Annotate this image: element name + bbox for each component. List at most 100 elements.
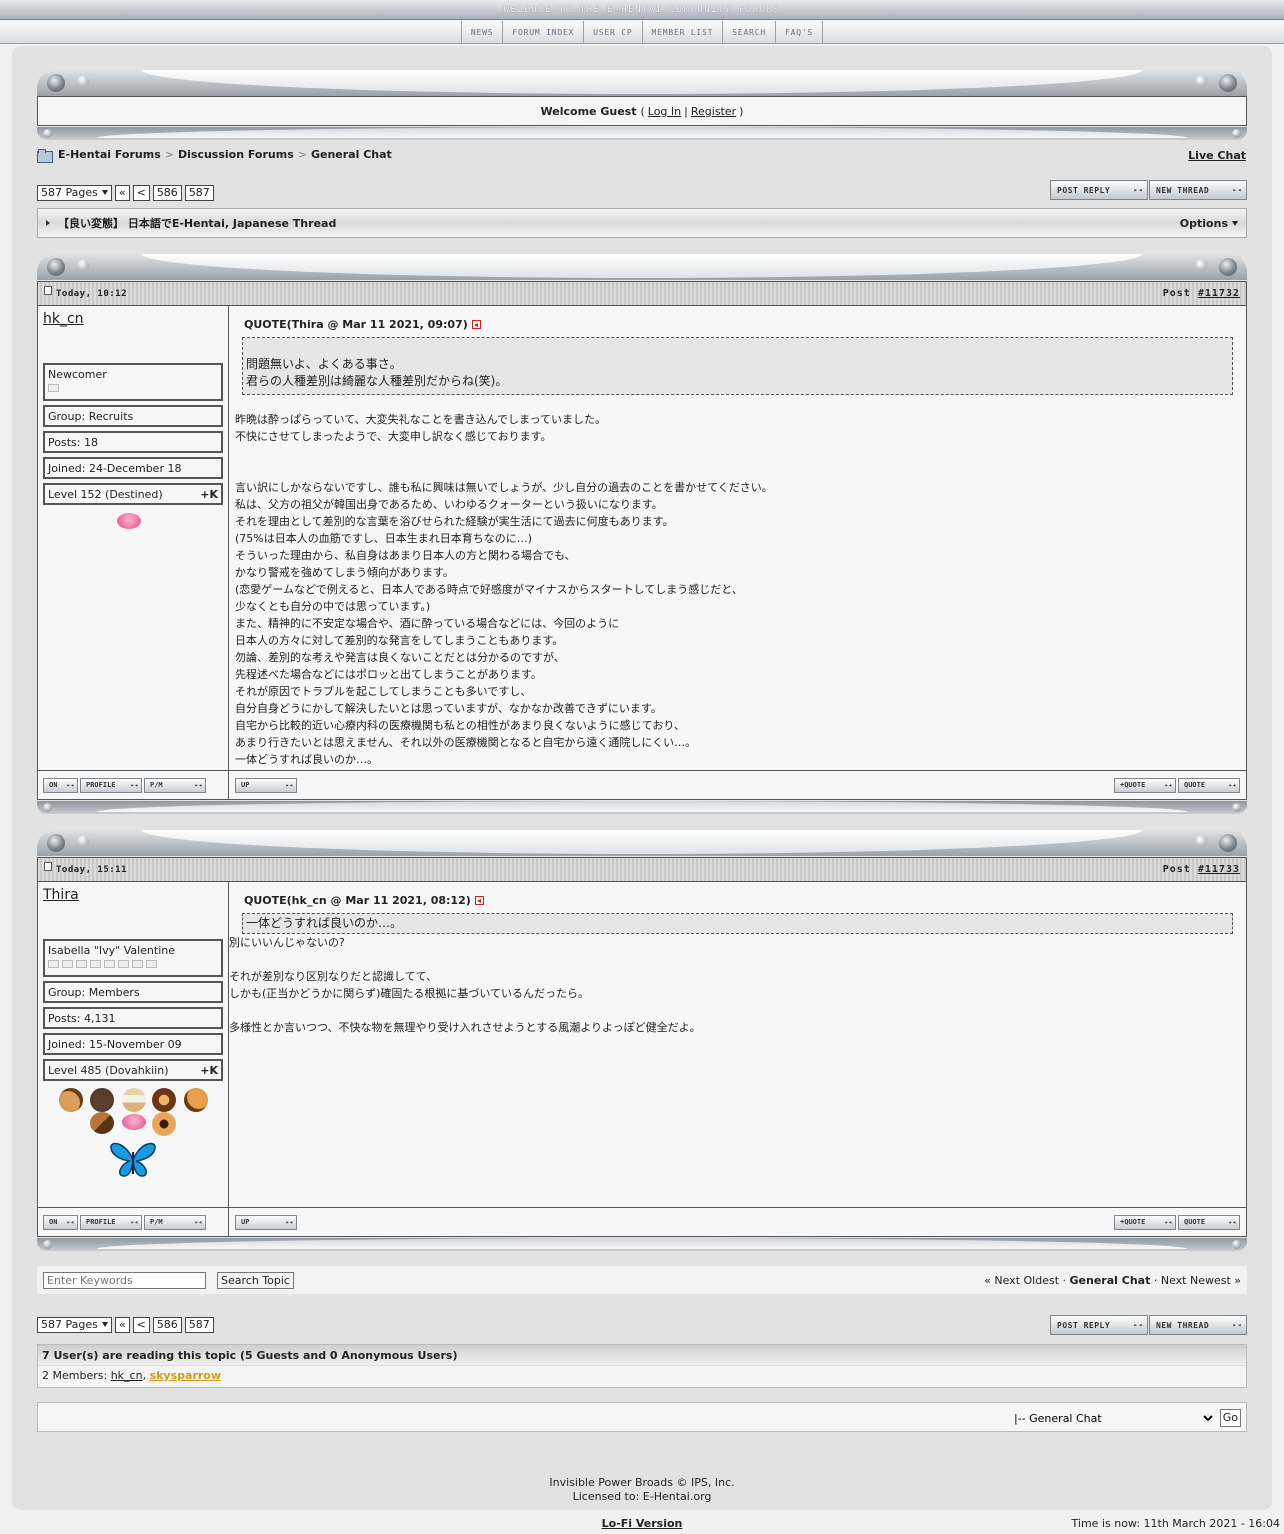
register-link[interactable]: Register xyxy=(691,105,736,118)
up-button[interactable]: UP ▸◂ xyxy=(235,777,297,793)
thread-actions-bottom: POST REPLY ▸◂ NEW THREAD ▸◂ xyxy=(1050,1315,1247,1335)
pages-dropdown[interactable]: 587 Pages xyxy=(37,1317,112,1333)
post-number-link[interactable]: #11733 xyxy=(1198,864,1240,875)
breadcrumb: E-Hentai Forums > Discussion Forums > Ge… xyxy=(37,148,392,163)
quote-line: 君らの人種差別は綺麗な人種差別だからね(笑)。 xyxy=(246,374,508,388)
cookie-icon xyxy=(122,1088,146,1112)
first-page-button[interactable]: « xyxy=(114,1317,130,1333)
thread-title: 【良い変態】 日本語でE-Hentai, Japanese Thread xyxy=(58,217,337,230)
user-sidebar: Thira Isabella "Ivy" Valentine Group: Me… xyxy=(38,882,229,1207)
post-time: Today, 10:12 xyxy=(56,288,128,299)
post-line: それが原因でトラブルを起こしてしまうことも多いですし、 xyxy=(235,685,532,698)
post-line: (恋愛ゲームなどで例えると、日本人である時点で好感度がマイナスからスタートしてし… xyxy=(235,583,743,596)
pm-button[interactable]: P/M ▸◂ xyxy=(144,777,206,793)
breadcrumb-discussion[interactable]: Discussion Forums xyxy=(178,148,294,161)
cookie-icon xyxy=(184,1088,208,1112)
topic-navigation: « Next Oldest · General Chat · Next Newe… xyxy=(984,1273,1241,1287)
pm-button[interactable]: P/M ▸◂ xyxy=(144,1214,206,1230)
nav-user-cp[interactable]: USER CP xyxy=(584,21,643,43)
arrow-icon: ▸◂ xyxy=(1232,1321,1242,1329)
post-text: 別にいいんじゃないの? それが差別なり区別なりだと認識してて、しかも(正当かどうか… xyxy=(229,934,1240,1036)
up-button[interactable]: UP ▸◂ xyxy=(235,1214,297,1230)
search-topic-button[interactable]: Search Topic xyxy=(217,1271,294,1289)
nav-search[interactable]: SEARCH xyxy=(723,21,776,43)
username-link[interactable]: Thira xyxy=(43,887,223,903)
post-time: Today, 15:11 xyxy=(56,864,128,875)
next-newest-link[interactable]: Next Newest » xyxy=(1161,1274,1241,1287)
post-line: 昨晩は酔っぱらっていて、大変失礼なことを書き込んでしまっていました。 xyxy=(235,413,607,426)
post-reply-button[interactable]: POST REPLY ▸◂ xyxy=(1050,180,1148,200)
user-level: Level 485 (Dovahkiin) xyxy=(48,1064,169,1077)
collapse-arrow-icon[interactable] xyxy=(46,220,50,226)
breadcrumb-forums[interactable]: E-Hentai Forums xyxy=(58,148,161,161)
post-footer-bar xyxy=(37,1238,1247,1251)
page-587[interactable]: 587 xyxy=(184,185,214,201)
profile-button[interactable]: PROFILE ▸◂ xyxy=(80,777,142,793)
online-button[interactable]: ON ▸◂ xyxy=(43,1214,78,1230)
quote-header: QUOTE(hk_cn @ Mar 11 2021, 08:12) xyxy=(244,892,1240,909)
post-number-link[interactable]: #11732 xyxy=(1198,288,1240,299)
nav-forum-index[interactable]: FORUM INDEX xyxy=(503,21,585,43)
user-joined: Joined: 24-December 18 xyxy=(43,457,223,479)
new-thread-button[interactable]: NEW THREAD ▸◂ xyxy=(1149,180,1247,200)
go-button[interactable]: Go xyxy=(1219,1409,1241,1427)
nav-news[interactable]: NEWS xyxy=(462,21,504,43)
welcome-footer-bar xyxy=(37,127,1247,140)
user-rank: Newcomer xyxy=(48,368,107,381)
first-page-button[interactable]: « xyxy=(114,185,130,201)
forum-link[interactable]: General Chat xyxy=(1070,1274,1151,1287)
post-11732: Today, 10:12 Post #11732 hk_cn Newcomer … xyxy=(37,281,1247,800)
post-line: 別にいいんじゃないの? xyxy=(229,936,345,949)
pages-dropdown[interactable]: 587 Pages xyxy=(37,185,112,201)
new-thread-button[interactable]: NEW THREAD ▸◂ xyxy=(1149,1315,1247,1335)
thread-title-bar: 【良い変態】 日本語でE-Hentai, Japanese Thread Opt… xyxy=(37,208,1247,238)
post-header: Today, 15:11 Post #11733 xyxy=(38,858,1246,882)
prev-page-button[interactable]: < xyxy=(132,1317,150,1333)
cookie-icon xyxy=(152,1112,176,1136)
forum-jump-select[interactable]: |-- General Chat xyxy=(1010,1410,1216,1427)
login-link[interactable]: Log In xyxy=(648,105,681,118)
user-sidebar: hk_cn Newcomer Group: Recruits Posts: 18… xyxy=(38,306,229,770)
multiquote-button[interactable]: +QUOTE ▸◂ xyxy=(1114,777,1176,793)
karma-button[interactable]: +K xyxy=(200,488,218,501)
post-line: また、精神的に不安定な場合や、酒に酔っている場合などには、今回のように xyxy=(235,617,620,630)
post-11733: Today, 15:11 Post #11733 Thira Isabella … xyxy=(37,857,1247,1237)
member-link-hk-cn[interactable]: hk_cn xyxy=(111,1369,143,1382)
page-587[interactable]: 587 xyxy=(184,1317,214,1333)
ipb-link[interactable]: Invisible Power Broads xyxy=(549,1476,673,1489)
quote-button[interactable]: QUOTE ▸◂ xyxy=(1178,777,1240,793)
options-dropdown[interactable]: Options xyxy=(1180,217,1238,230)
top-nav: NEWS FORUM INDEX USER CP MEMBER LIST SEA… xyxy=(0,21,1284,44)
prev-page-button[interactable]: < xyxy=(132,185,150,201)
nav-faqs[interactable]: FAQ'S xyxy=(776,21,824,43)
member-link-skysparrow[interactable]: skysparrow xyxy=(150,1369,221,1382)
page-586[interactable]: 586 xyxy=(152,1317,182,1333)
post-footer: ON ▸◂ PROFILE ▸◂ P/M ▸◂ UP ▸◂ +QUOTE ▸◂ QUOTE… xyxy=(38,1207,1246,1236)
quote-line: 問題無いよ、よくある事さ。 xyxy=(246,357,402,371)
live-chat-link[interactable]: Live Chat xyxy=(1188,149,1246,162)
page-586[interactable]: 586 xyxy=(152,185,182,201)
post-line: しかも(正当かどうかに関らず)確固たる根拠に基づいているんだったら。 xyxy=(229,987,590,1000)
quote-link-icon[interactable] xyxy=(474,896,484,905)
karma-button[interactable]: +K xyxy=(200,1064,218,1077)
user-group: Group: Recruits xyxy=(43,405,223,427)
post-line: 自宅から比較的近い心療内科の医療機関も私との相性があまり良くないように感じており… xyxy=(235,719,685,732)
breadcrumb-general-chat[interactable]: General Chat xyxy=(311,148,392,161)
nav-member-list[interactable]: MEMBER LIST xyxy=(643,21,724,43)
multiquote-button[interactable]: +QUOTE ▸◂ xyxy=(1114,1214,1176,1230)
quote-button[interactable]: QUOTE ▸◂ xyxy=(1178,1214,1240,1230)
top-banner: WELCOME TO THE E-HENTAI COMMUNITY FORUMS xyxy=(0,0,1284,20)
folder-icon xyxy=(37,148,53,163)
post-line xyxy=(229,951,1240,968)
search-input[interactable] xyxy=(43,1271,206,1289)
post-line xyxy=(235,462,1240,479)
online-button[interactable]: ON ▸◂ xyxy=(43,777,78,793)
post-footer: ON ▸◂ PROFILE ▸◂ P/M ▸◂ UP ▸◂ +QUOTE ▸◂ QUOTE… xyxy=(38,770,1246,799)
username-link[interactable]: hk_cn xyxy=(43,311,223,327)
quote-link-icon[interactable] xyxy=(471,320,481,329)
next-oldest-link[interactable]: « Next Oldest xyxy=(984,1274,1059,1287)
lofi-version-link[interactable]: Lo-Fi Version xyxy=(602,1517,683,1530)
post-line: それが差別なり区別なりだと認識してて、 xyxy=(229,970,438,983)
profile-button[interactable]: PROFILE ▸◂ xyxy=(80,1214,142,1230)
post-reply-button[interactable]: POST REPLY ▸◂ xyxy=(1050,1315,1148,1335)
